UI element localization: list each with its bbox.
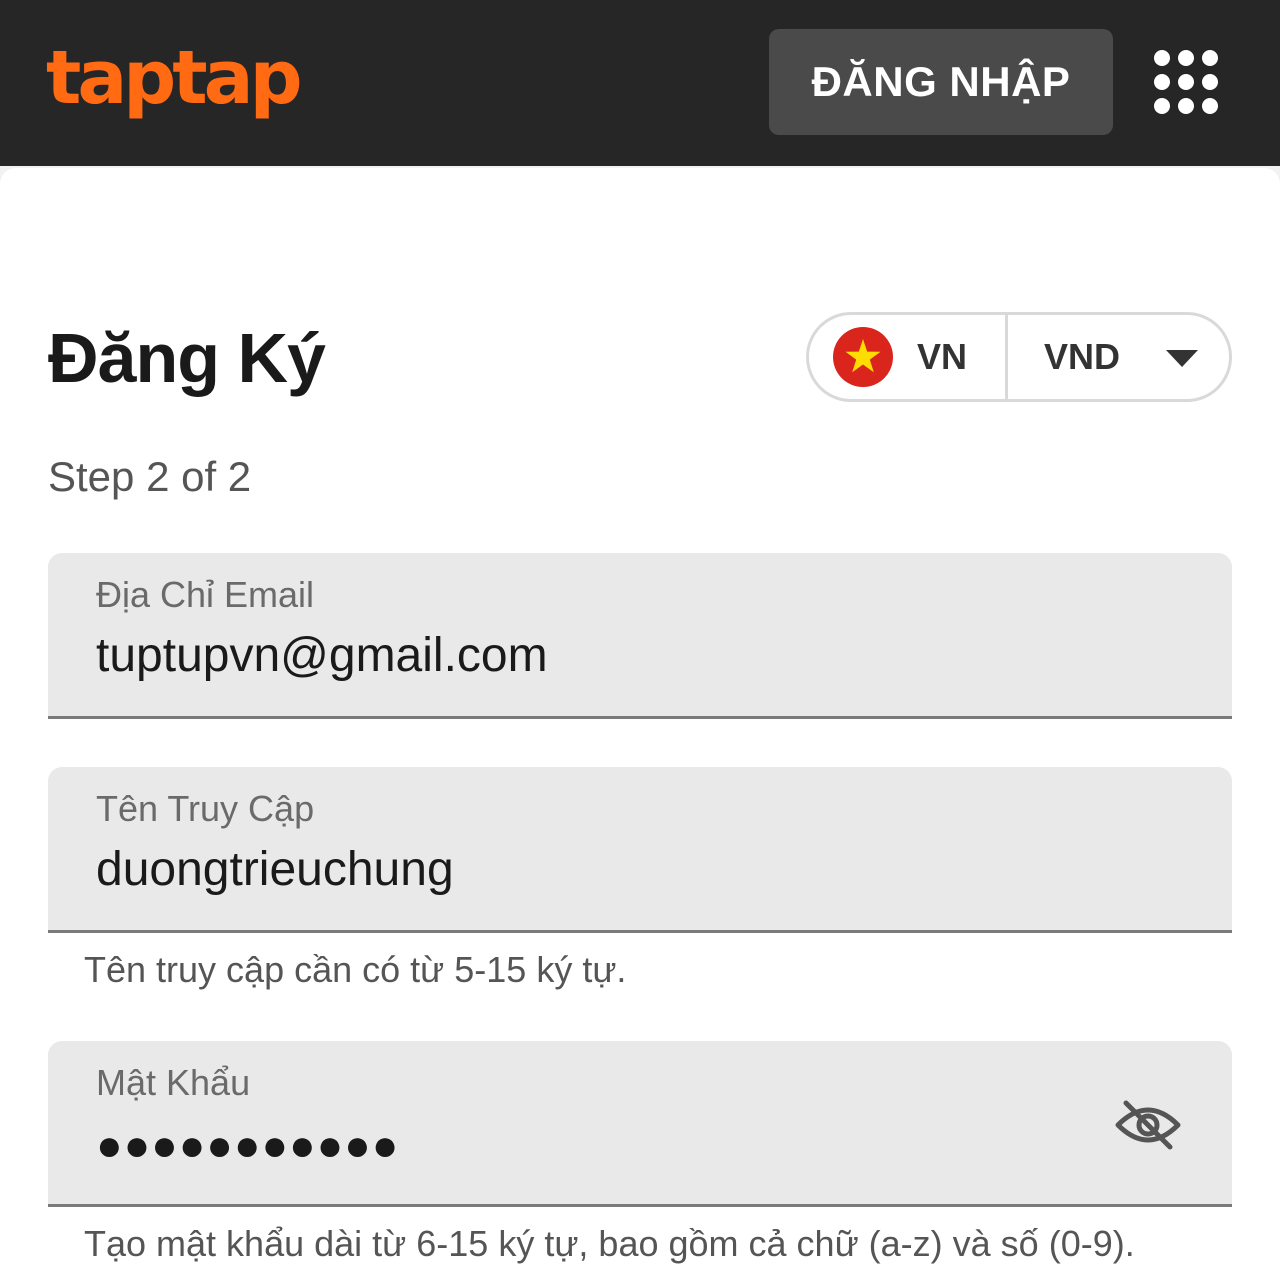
taptap-logo[interactable]: taptap — [46, 38, 303, 118]
login-button[interactable]: ĐĂNG NHẬP — [769, 29, 1113, 135]
country-code: VN — [917, 336, 968, 377]
username-field[interactable]: Tên Truy Cập duongtrieuchung — [48, 767, 1232, 933]
username-input[interactable]: duongtrieuchung — [96, 841, 454, 899]
step-indicator: Step 2 of 2 — [48, 453, 252, 500]
vietnam-flag-icon — [833, 327, 893, 387]
currency-code: VND — [1044, 336, 1121, 377]
email-field[interactable]: Địa Chỉ Email tuptupvn@gmail.com — [48, 553, 1232, 719]
email-label: Địa Chỉ Email — [96, 574, 315, 615]
password-label: Mật Khẩu — [96, 1062, 251, 1103]
eye-slash-icon — [1115, 1100, 1181, 1150]
currency-dropdown[interactable]: VND — [1008, 315, 1229, 399]
password-field[interactable]: Mật Khẩu ●●●●●●●●●●● — [48, 1041, 1232, 1207]
password-input[interactable]: ●●●●●●●●●●● — [96, 1117, 399, 1175]
locale-selector[interactable]: VN VND — [806, 312, 1232, 402]
page-title: Đăng Ký — [48, 319, 326, 397]
email-input[interactable]: tuptupvn@gmail.com — [96, 627, 548, 685]
top-bar: taptap ĐĂNG NHẬP — [0, 0, 1280, 166]
grid-icon — [1154, 50, 1218, 114]
username-hint: Tên truy cập cần có từ 5-15 ký tự. — [84, 949, 627, 990]
username-label: Tên Truy Cập — [96, 788, 315, 829]
caret-down-icon — [1166, 350, 1198, 367]
password-hint: Tạo mật khẩu dài từ 6-15 ký tự, bao gồm … — [84, 1223, 1135, 1264]
toggle-password-visibility-button[interactable] — [1112, 1097, 1184, 1153]
menu-button[interactable] — [1150, 46, 1222, 118]
